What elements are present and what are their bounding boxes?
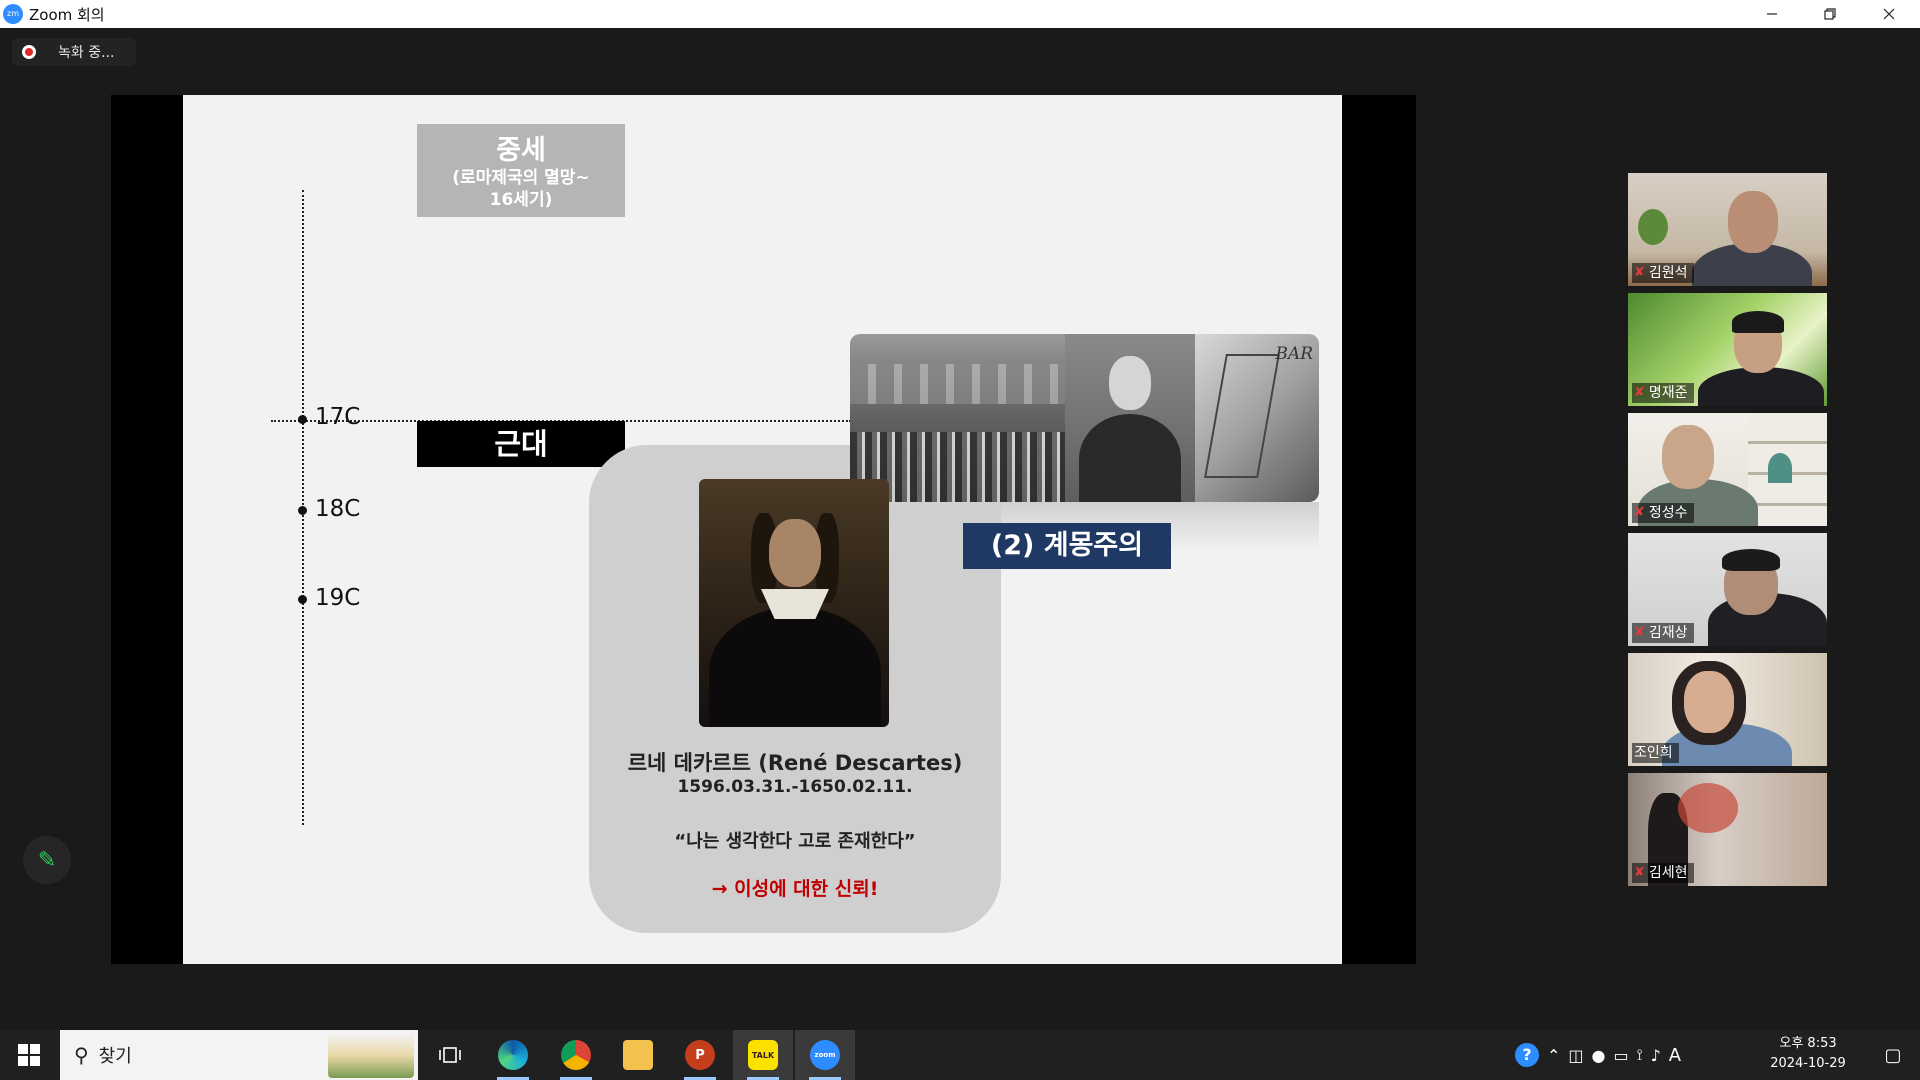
timeline-dot-19c: [298, 595, 307, 604]
participant-name: 조인희: [1634, 745, 1673, 761]
medieval-subtitle: (로마제국의 멸망~ 16세기): [452, 168, 590, 210]
taskbar-search[interactable]: ⚲ 찾기: [60, 1030, 418, 1080]
chevron-up-icon[interactable]: ⌃: [1547, 1046, 1560, 1065]
taskbar-app-edge[interactable]: [483, 1030, 543, 1080]
file-explorer-icon: [623, 1040, 653, 1070]
pencil-icon: ✎: [37, 847, 57, 873]
participant-name-bar: ✘ 정성수: [1632, 503, 1694, 523]
participant-name: 김재상: [1648, 625, 1688, 641]
system-tray: ? ⌃ ◫ ● ▭ ⟟ ♪ A: [1515, 1030, 1681, 1080]
minimize-button[interactable]: [1743, 0, 1801, 28]
kant-portrait-image: [1065, 334, 1195, 502]
participant-name-bar: 조인희: [1632, 743, 1679, 763]
timeline-dot-17c: [298, 415, 307, 424]
record-icon: [22, 45, 36, 59]
task-view-button[interactable]: [420, 1030, 480, 1080]
descartes-portrait-image: [699, 479, 889, 727]
search-placeholder: 찾기: [98, 1046, 132, 1067]
participant-name: 김세현: [1648, 865, 1688, 881]
taskbar-clock[interactable]: 오후 8:53 2024-10-29: [1768, 1034, 1848, 1074]
timeline-label-18c: 18C: [315, 496, 361, 522]
annotate-button[interactable]: ✎: [23, 836, 71, 884]
presentation-slide: 17C 18C 19C 중세 (로마제국의 멸망~ 16세기) 근대 (2) 계…: [183, 95, 1342, 964]
mic-muted-icon: ✘: [1634, 625, 1645, 640]
enlightenment-images: [850, 334, 1319, 502]
volume-icon[interactable]: ♪: [1651, 1046, 1661, 1065]
restore-button[interactable]: [1801, 0, 1859, 28]
chrome-icon: [561, 1040, 591, 1070]
close-icon: [1883, 8, 1895, 20]
recording-label: 녹화 중...: [58, 45, 115, 61]
timeline-label-17c: 17C: [315, 404, 361, 430]
participant-name-bar: ✘ 김재상: [1632, 623, 1694, 643]
enlightenment-label: (2) 계몽주의: [963, 523, 1171, 569]
participant-tile[interactable]: ✘ 김세현: [1628, 773, 1827, 886]
battery-icon[interactable]: ▭: [1614, 1046, 1629, 1065]
window-title: Zoom 회의: [29, 5, 105, 24]
windows-taskbar: ⚲ 찾기 P TALK zoom ? ⌃ ◫ ● ▭ ⟟ ♪ A 오후 8:53…: [0, 1030, 1920, 1080]
taskbar-app-zoom[interactable]: zoom: [795, 1030, 855, 1080]
mic-muted-icon: ✘: [1634, 505, 1645, 520]
modern-period-box: 근대: [417, 421, 625, 467]
participant-tile[interactable]: ✘ 정성수: [1628, 413, 1827, 526]
powerpoint-icon: P: [685, 1040, 715, 1070]
taskbar-app-powerpoint[interactable]: P: [670, 1030, 730, 1080]
microphone-icon[interactable]: ●: [1592, 1046, 1606, 1065]
search-highlight-image: [328, 1034, 414, 1078]
close-button[interactable]: [1860, 0, 1918, 28]
participant-tile[interactable]: ✘ 김원석: [1628, 173, 1827, 286]
medieval-period-box: 중세 (로마제국의 멸망~ 16세기): [417, 124, 625, 217]
taskbar-app-chrome[interactable]: [546, 1030, 606, 1080]
timeline-dot-18c: [298, 506, 307, 515]
help-icon[interactable]: ?: [1515, 1043, 1539, 1067]
mic-muted-icon: ✘: [1634, 265, 1645, 280]
windows-icon: [18, 1044, 40, 1066]
participant-tile[interactable]: ✘ 김재상: [1628, 533, 1827, 646]
participant-tile-active-speaker[interactable]: 조인희: [1628, 653, 1827, 766]
camera-icon[interactable]: ◫: [1568, 1046, 1583, 1065]
minimize-icon: [1767, 13, 1777, 15]
title-bar: zm Zoom 회의: [0, 0, 1920, 28]
notification-icon: ▢: [1884, 1044, 1902, 1066]
zoom-logo-icon: zm: [3, 4, 23, 24]
participant-name: 김원석: [1648, 265, 1688, 281]
restore-icon: [1824, 8, 1836, 20]
search-icon: ⚲: [74, 1043, 89, 1067]
participant-name-bar: ✘ 명재준: [1632, 383, 1694, 403]
mic-muted-icon: ✘: [1634, 385, 1645, 400]
start-button[interactable]: [0, 1030, 58, 1080]
input-method-indicator[interactable]: A: [1669, 1045, 1681, 1066]
zoom-icon: zoom: [810, 1040, 840, 1070]
recording-indicator[interactable]: 녹화 중...: [12, 38, 136, 66]
participant-name: 정성수: [1648, 505, 1688, 521]
timeline-label-19c: 19C: [315, 585, 361, 611]
clock-date: 2024-10-29: [1770, 1056, 1846, 1071]
task-view-icon: [439, 1047, 461, 1063]
cubist-painting-image: [1195, 334, 1319, 502]
participant-name: 명재준: [1648, 385, 1688, 401]
participant-name-bar: ✘ 김원석: [1632, 263, 1694, 283]
mic-muted-icon: ✘: [1634, 865, 1645, 880]
descartes-quote: “나는 생각한다 고로 존재한다”: [674, 831, 916, 852]
participant-name-bar: ✘ 김세현: [1632, 863, 1694, 883]
participant-tile[interactable]: ✘ 명재준: [1628, 293, 1827, 406]
medieval-title: 중세: [496, 135, 546, 166]
taskbar-app-kakaotalk[interactable]: TALK: [733, 1030, 793, 1080]
salon-engraving-image: [850, 334, 1065, 502]
taskbar-app-file-explorer[interactable]: [608, 1030, 668, 1080]
clock-time: 오후 8:53: [1779, 1036, 1837, 1051]
edge-icon: [498, 1040, 528, 1070]
reason-trust-text: → 이성에 대한 신뢰!: [711, 878, 879, 900]
notification-center-button[interactable]: ▢: [1868, 1030, 1918, 1080]
descartes-dates: 1596.03.31.-1650.02.11.: [677, 777, 913, 797]
network-icon[interactable]: ⟟: [1637, 1045, 1643, 1065]
kakaotalk-icon: TALK: [748, 1040, 778, 1070]
descartes-name: 르네 데카르트 (René Descartes): [627, 751, 963, 775]
